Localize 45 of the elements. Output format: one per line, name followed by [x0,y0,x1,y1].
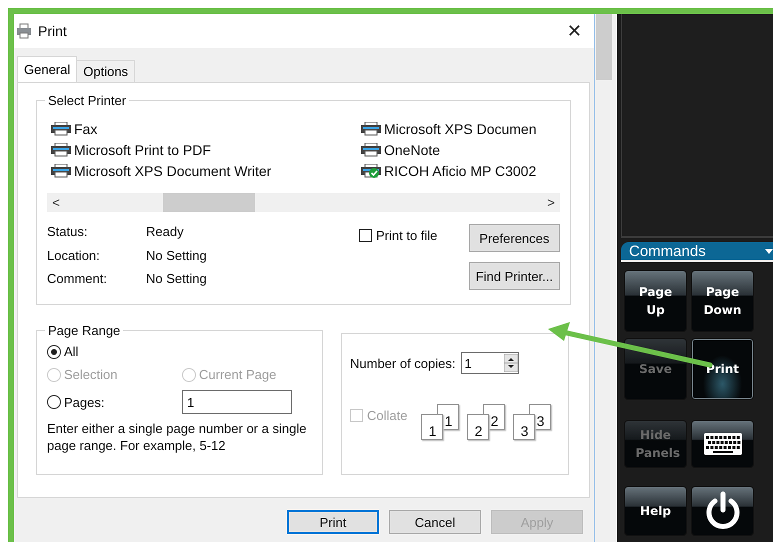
dialog-button[interactable]: Find Printer... [468,262,560,290]
command-button[interactable]: Page Up [624,270,687,332]
window-title: Print [38,23,68,39]
tab[interactable]: General [17,56,78,82]
radio-option[interactable]: All [47,344,312,359]
collate-pages-drawing: 1 1 [421,404,460,440]
print-to-file-checkbox[interactable]: Print to file [359,228,438,290]
command-button[interactable] [691,420,754,468]
info-value: No Setting [146,271,208,288]
printer-item[interactable]: OneNote [360,139,560,160]
close-button[interactable]: ✕ [560,20,588,42]
info-value: No Setting [146,248,208,265]
dialog-button[interactable]: Cancel [389,510,481,534]
keyboard-icon [702,432,742,456]
collate-pages-drawing: 2 2 [467,404,506,440]
collate-pages-drawing: 3 3 [513,404,552,440]
dialog-button[interactable]: Preferences [468,224,560,252]
tab[interactable]: Options [76,60,136,82]
info-label: Status: [47,224,88,241]
dialog-button[interactable]: Print [287,510,379,534]
hint-text: Enter either a single page number or a single page range. For example, 5-12 [47,420,308,454]
pages-field[interactable]: 1 [182,390,292,414]
radio-option[interactable]: Pages: [47,390,182,414]
spin-arrows-icon[interactable] [504,354,518,372]
info-value: Ready [146,224,185,241]
printer-item[interactable]: Fax [50,118,360,139]
scroll-left-arrow[interactable]: < [47,195,65,210]
scroll-right-arrow[interactable]: > [542,195,560,210]
info-label: Comment: [47,271,108,288]
vertical-scrollbar[interactable] [594,14,617,542]
printer-item[interactable]: Microsoft XPS Documen [360,118,560,139]
command-button[interactable]: Page Down [691,270,754,332]
commands-header[interactable]: Commands [621,242,773,262]
command-button[interactable]: Help [624,486,687,536]
dropdown-arrow-icon[interactable] [765,248,773,254]
printer-item[interactable]: Microsoft Print to PDF [50,139,360,160]
horizontal-scrollbar[interactable]: < > [47,193,560,212]
group-title: Page Range [47,323,122,338]
printer-item[interactable]: Microsoft XPS Document Writer [50,160,360,181]
copies-label: Number of copies: [350,356,456,370]
command-button[interactable] [691,486,754,536]
printer-item[interactable]: RICOH Aficio MP C3002 [360,160,560,181]
copies-spinner[interactable]: 1 [460,352,518,374]
info-label: Location: [47,248,101,265]
group-title: Select Printer [47,93,128,108]
